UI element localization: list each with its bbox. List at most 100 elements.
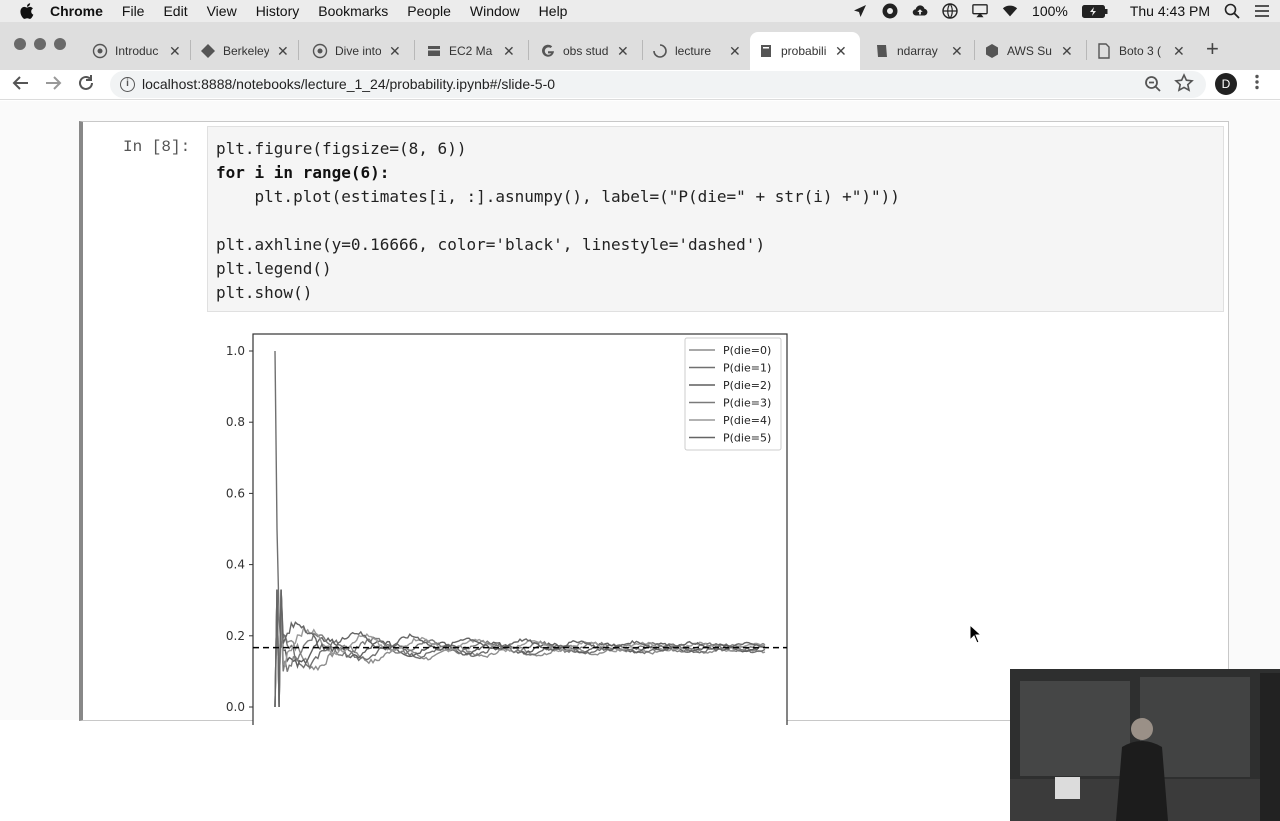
cell-prompt: In [8]: (123, 138, 191, 156)
code-input-area[interactable]: plt.figure(figsize=(8, 6)) for i in rang… (207, 126, 1224, 312)
notebook-viewport: In [8]: plt.figure(figsize=(8, 6)) for i… (0, 101, 1280, 821)
code-line: plt.plot(estimates[i, :].asnumpy(), labe… (216, 187, 900, 206)
tab-separator (974, 40, 975, 60)
y-tick-label: 0.6 (226, 486, 245, 500)
wifi-icon[interactable] (1002, 3, 1018, 19)
tab-separator (298, 40, 299, 60)
forward-button[interactable] (42, 74, 64, 96)
browser-tab-strip: Introduc ✕ Berkeley ✕ Dive into ✕ EC2 Ma… (0, 22, 1280, 70)
close-icon[interactable]: ✕ (835, 43, 847, 60)
window-close-button[interactable] (14, 38, 26, 50)
tab-title: lecture (675, 44, 712, 58)
clock[interactable]: Thu 4:43 PM (1130, 3, 1210, 19)
tab-title: probabili (781, 44, 827, 58)
tab-separator (528, 40, 529, 60)
legend-label: P(die=5) (723, 432, 771, 445)
address-bar[interactable]: i localhost:8888/notebooks/lecture_1_24/… (110, 71, 1206, 98)
close-icon[interactable]: ✕ (729, 43, 741, 60)
arrow-right-icon (46, 76, 62, 90)
arrow-left-icon (12, 76, 28, 90)
close-icon[interactable]: ✕ (1061, 43, 1073, 60)
tab-lecture[interactable]: lecture ✕ (644, 32, 748, 70)
tab-obs-stud[interactable]: obs stud ✕ (532, 32, 640, 70)
bookmark-star-icon[interactable] (1174, 73, 1194, 93)
spotlight-search-icon[interactable] (1224, 3, 1240, 19)
tab-aws[interactable]: AWS Su ✕ (976, 32, 1084, 70)
book-icon (877, 45, 887, 57)
close-icon[interactable]: ✕ (389, 43, 401, 60)
profile-avatar[interactable]: D (1215, 73, 1237, 95)
loading-spinner-icon (653, 44, 667, 58)
close-icon[interactable]: ✕ (617, 43, 629, 60)
tab-probability-active[interactable]: probabili ✕ (750, 32, 860, 70)
browser-menu-icon[interactable] (1250, 74, 1264, 95)
code-line: plt.figure(figsize=(8, 6)) (216, 139, 467, 158)
legend-label: P(die=0) (723, 344, 771, 357)
menu-window[interactable]: Window (470, 3, 520, 19)
tab-title: Berkeley (223, 44, 269, 58)
output-chart: 0.0 0.2 0.4 0.6 0.8 1.0 P(die=0) P(die=1) P(die=… (207, 330, 807, 731)
window-controls (14, 38, 66, 50)
code-line: plt.axhline(y=0.16666, color='black', li… (216, 235, 766, 254)
legend-label: P(die=3) (723, 397, 771, 410)
reload-button[interactable] (75, 74, 97, 96)
site-info-icon[interactable]: i (120, 77, 135, 92)
cloud-upload-icon[interactable] (912, 3, 928, 19)
menu-history[interactable]: History (256, 3, 300, 19)
close-icon[interactable]: ✕ (503, 43, 515, 60)
close-icon[interactable]: ✕ (951, 43, 963, 60)
window-zoom-button[interactable] (54, 38, 66, 50)
y-tick-label: 0.4 (226, 558, 245, 572)
legend-label: P(die=1) (723, 362, 771, 375)
obs-icon[interactable] (882, 3, 898, 19)
macos-menu-bar: Chrome File Edit View History Bookmarks … (0, 0, 1280, 22)
webcam-overlay (1010, 669, 1280, 821)
location-arrow-icon[interactable] (852, 3, 868, 19)
close-icon[interactable]: ✕ (1173, 43, 1185, 60)
browser-toolbar: i localhost:8888/notebooks/lecture_1_24/… (0, 70, 1280, 100)
menu-people[interactable]: People (407, 3, 451, 19)
y-tick-label: 0.0 (226, 700, 245, 714)
control-center-list-icon[interactable] (1254, 3, 1270, 19)
zoom-icon[interactable] (1144, 75, 1162, 93)
menu-help[interactable]: Help (539, 3, 568, 19)
window-minimize-button[interactable] (34, 38, 46, 50)
tab-berkeley[interactable]: Berkeley ✕ (192, 32, 298, 70)
close-icon[interactable]: ✕ (277, 43, 289, 60)
back-button[interactable] (10, 74, 32, 96)
code-cell[interactable]: In [8]: plt.figure(figsize=(8, 6)) for i… (79, 121, 1229, 731)
menu-extras: 100% Thu 4:43 PM (852, 0, 1270, 22)
globe-icon[interactable] (942, 3, 958, 19)
reload-icon (79, 75, 93, 90)
globe-icon (92, 43, 108, 59)
menu-app-chrome[interactable]: Chrome (50, 3, 103, 19)
menu-edit[interactable]: Edit (163, 3, 187, 19)
code-line: for i in range(6): (216, 163, 390, 182)
code-line: plt.show() (216, 283, 313, 302)
tab-title: Boto 3 ( (1119, 44, 1162, 58)
battery-icon[interactable] (1081, 4, 1108, 18)
tab-separator (414, 40, 415, 60)
tab-title: Introduc (115, 44, 159, 58)
google-icon (542, 44, 554, 57)
new-tab-button[interactable]: + (1206, 36, 1219, 62)
globe-icon (312, 43, 328, 59)
code-line: plt.legend() (216, 259, 332, 278)
menu-file[interactable]: File (122, 3, 145, 19)
menu-bookmarks[interactable]: Bookmarks (318, 3, 388, 19)
box-icon (986, 44, 998, 58)
airplay-icon[interactable] (972, 3, 988, 19)
apple-icon[interactable] (20, 3, 34, 19)
tab-title: EC2 Ma (449, 44, 493, 58)
line-chart: 0.0 0.2 0.4 0.6 0.8 1.0 P(die=0) P(die=1) P(die=… (226, 333, 788, 731)
menu-view[interactable]: View (207, 3, 237, 19)
close-icon[interactable]: ✕ (169, 43, 181, 60)
url-text[interactable]: localhost:8888/notebooks/lecture_1_24/pr… (142, 76, 555, 92)
battery-percent: 100% (1032, 3, 1068, 19)
tab-boto3[interactable]: Boto 3 ( ✕ (1088, 32, 1194, 70)
tab-ndarray[interactable]: ndarray ✕ (866, 32, 974, 70)
tab-introduc[interactable]: Introduc ✕ (84, 32, 190, 70)
tab-ec2[interactable]: EC2 Ma ✕ (418, 32, 526, 70)
tab-dive-into[interactable]: Dive into ✕ (304, 32, 412, 70)
